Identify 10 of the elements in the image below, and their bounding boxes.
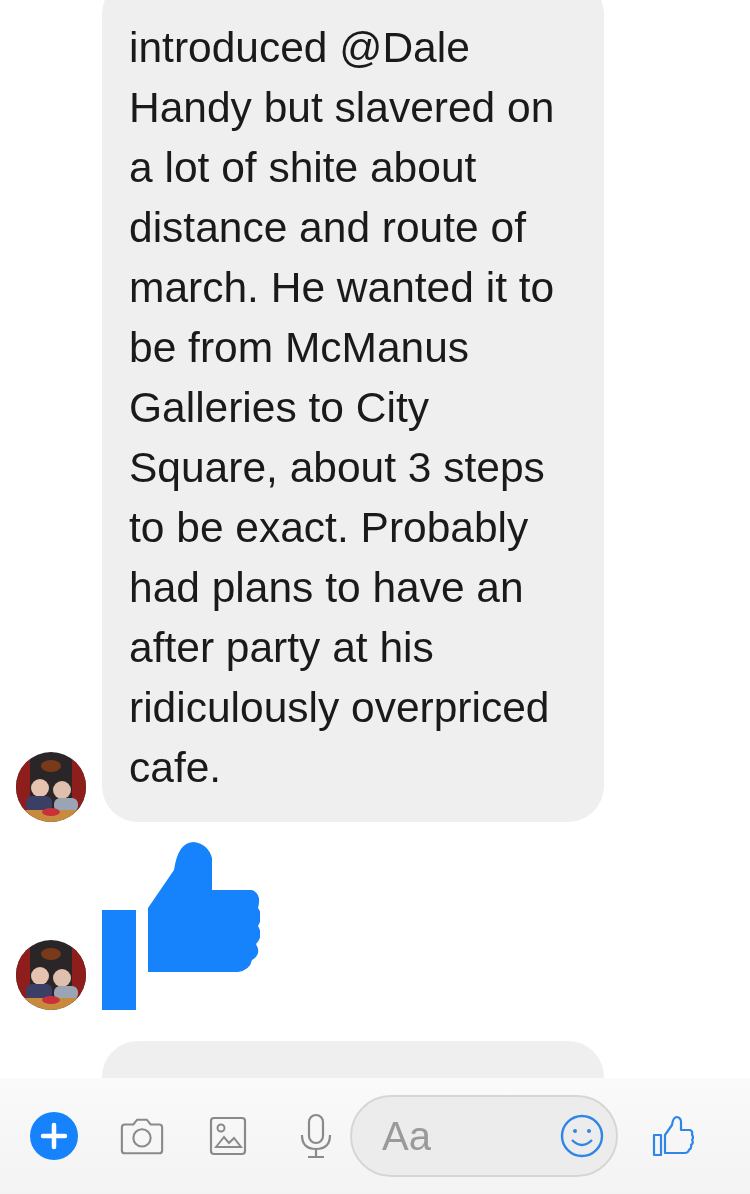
thumbs-up-icon[interactable]: [652, 1115, 694, 1157]
message-input[interactable]: Aa: [380, 1112, 560, 1160]
image-icon[interactable]: [209, 1116, 247, 1156]
message-text: introduced @Dale Handy but slavered on a lot of shite about distance and route of march. He wanted it to be from McManus Galleries to City Square, about 3 steps to be exact. Probably had plans to have an after party at his ridiculously overpriced cafe.: [129, 23, 556, 793]
thumbs-up-icon: [102, 842, 260, 1010]
camera-icon[interactable]: [119, 1116, 165, 1156]
message-field[interactable]: Aa: [350, 1095, 618, 1177]
emoji-icon[interactable]: [560, 1114, 604, 1158]
add-button[interactable]: [30, 1112, 78, 1160]
microphone-icon[interactable]: [299, 1113, 333, 1159]
